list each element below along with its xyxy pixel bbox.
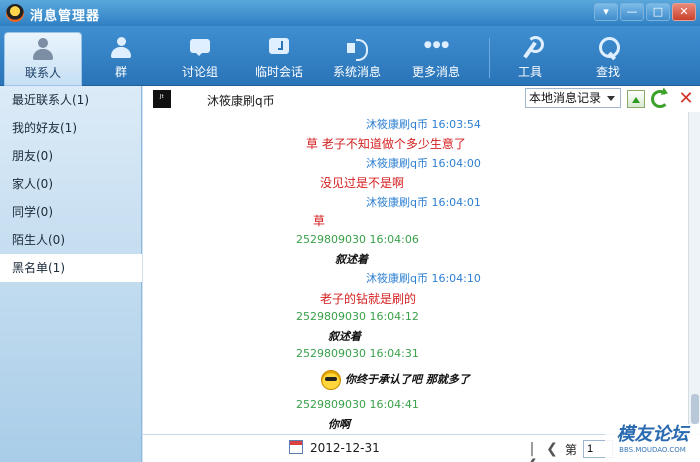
close-button[interactable]: ✕ [672, 3, 696, 21]
pagination: |❮ ❮ 第 [525, 440, 614, 462]
refresh-icon[interactable] [651, 90, 669, 108]
message-text: 叙述着 [335, 253, 368, 266]
prev-page-button[interactable]: ❮ [545, 441, 559, 457]
watermark-main: 模友论坛 [616, 424, 689, 445]
forum-watermark: 模友论坛 BBS.MOUDAO.COM [605, 424, 700, 462]
message-meta: 2529809030 16:04:41 [296, 398, 419, 411]
qq-logo-icon [6, 4, 24, 22]
toolbar-search[interactable]: 查找 [569, 32, 647, 84]
toolbar-groups[interactable]: 群 [82, 32, 160, 84]
search-icon [595, 36, 621, 60]
toolbar-contacts-label: 联系人 [24, 66, 61, 80]
toolbar-system-messages-label: 系统消息 [332, 65, 381, 79]
message-text: 叙述着 [328, 330, 361, 343]
toolbar-contacts[interactable]: 联系人 [4, 32, 82, 86]
more-icon [423, 36, 449, 60]
date-label: 2012-12-31 [310, 441, 380, 455]
message-meta: 沐筱康刷q币 16:03:54 [366, 118, 481, 131]
message-meta: 沐筱康刷q币 16:04:01 [366, 196, 481, 209]
message-meta: 2529809030 16:04:31 [296, 347, 419, 360]
page-prefix-label: 第 [565, 442, 578, 457]
group-icon [108, 36, 134, 60]
contact-header: ᴶᵗ 沐筱康刷q币 本地消息记录 ✕ [143, 86, 700, 112]
window-title: 消息管理器 [30, 9, 101, 24]
message-text: 没见过是不是啊 [320, 176, 405, 190]
message-text: 你终于承认了吧 那就多了 [345, 373, 470, 386]
message-source-select[interactable]: 本地消息记录 [525, 88, 621, 108]
window-controls: ▾ — □ ✕ [594, 3, 696, 21]
user-icon [30, 37, 56, 61]
title-bar: 消息管理器 ▾ — □ ✕ [0, 0, 700, 26]
chat-icon [187, 36, 213, 60]
sidebar-item-blacklist[interactable]: 黑名单(1) [0, 254, 142, 282]
sidebar-item-family[interactable]: 家人(0) [0, 170, 142, 198]
message-meta: 2529809030 16:04:06 [296, 233, 419, 246]
delete-icon[interactable]: ✕ [677, 90, 695, 108]
avatar[interactable]: ᴶᵗ [153, 90, 171, 108]
watermark-sub: BBS.MOUDAO.COM [619, 446, 686, 454]
message-text: 你啊 [328, 418, 350, 431]
message-text: 草 [313, 214, 326, 228]
toolbar-temp-sessions-label: 临时会话 [254, 65, 303, 79]
sidebar-item-friends[interactable]: 朋友(0) [0, 142, 142, 170]
toolbar-discussions-label: 讨论组 [181, 65, 218, 79]
contact-name: 沐筱康刷q币 [207, 94, 275, 108]
contact-groups-sidebar: 最近联系人(1) 我的好友(1) 朋友(0) 家人(0) 同学(0) 陌生人(0… [0, 86, 142, 462]
chevron-down-icon [607, 96, 615, 105]
toolbar-tools[interactable]: 工具 [491, 32, 569, 84]
toolbar-temp-sessions[interactable]: 临时会话 [240, 32, 318, 84]
toolbar-more-messages-label: 更多消息 [411, 65, 460, 79]
wrench-icon [517, 36, 544, 60]
messages-gutter [143, 112, 283, 434]
message-meta: 2529809030 16:04:12 [296, 310, 419, 323]
main-toolbar: 联系人 群 讨论组 临时会话 系统消息 更多消息 工具 查找 [0, 26, 700, 86]
message-scrollbar[interactable] [688, 112, 700, 434]
toolbar-system-messages[interactable]: 系统消息 [318, 32, 396, 84]
sidebar-item-recent[interactable]: 最近联系人(1) [0, 86, 142, 114]
toolbar-groups-label: 群 [114, 65, 127, 79]
sidebar-item-strangers[interactable]: 陌生人(0) [0, 226, 142, 254]
message-with-emoticon: 你终于承认了吧 那就多了 [321, 370, 470, 390]
sidebar-item-my-friends[interactable]: 我的好友(1) [0, 114, 142, 142]
minimize-button[interactable]: — [620, 3, 644, 21]
export-icon[interactable] [627, 90, 645, 108]
toolbar-search-label: 查找 [595, 65, 620, 79]
scrollbar-thumb[interactable] [691, 394, 699, 424]
message-text: 草 老子不知道做个多少生意了 [306, 137, 466, 151]
calendar-icon[interactable] [289, 440, 303, 454]
menu-button[interactable]: ▾ [594, 3, 618, 21]
message-meta: 沐筱康刷q币 16:04:00 [366, 157, 481, 170]
toolbar-discussions[interactable]: 讨论组 [161, 32, 239, 84]
toolbar-separator [489, 38, 490, 78]
maximize-button[interactable]: □ [646, 3, 670, 21]
speaker-icon [344, 36, 370, 61]
message-list: 沐筱康刷q币 16:03:54 草 老子不知道做个多少生意了 沐筱康刷q币 16… [283, 112, 688, 434]
message-text: 老子的钻就是刷的 [320, 292, 417, 306]
cool-smiley-icon [321, 370, 341, 390]
message-source-value: 本地消息记录 [529, 91, 602, 105]
sidebar-item-classmates[interactable]: 同学(0) [0, 198, 142, 226]
toolbar-tools-label: 工具 [517, 65, 542, 79]
clock-chat-icon [266, 36, 292, 60]
first-page-button[interactable]: |❮ [525, 441, 539, 462]
toolbar-more-messages[interactable]: 更多消息 [397, 32, 475, 84]
message-meta: 沐筱康刷q币 16:04:10 [366, 272, 481, 285]
